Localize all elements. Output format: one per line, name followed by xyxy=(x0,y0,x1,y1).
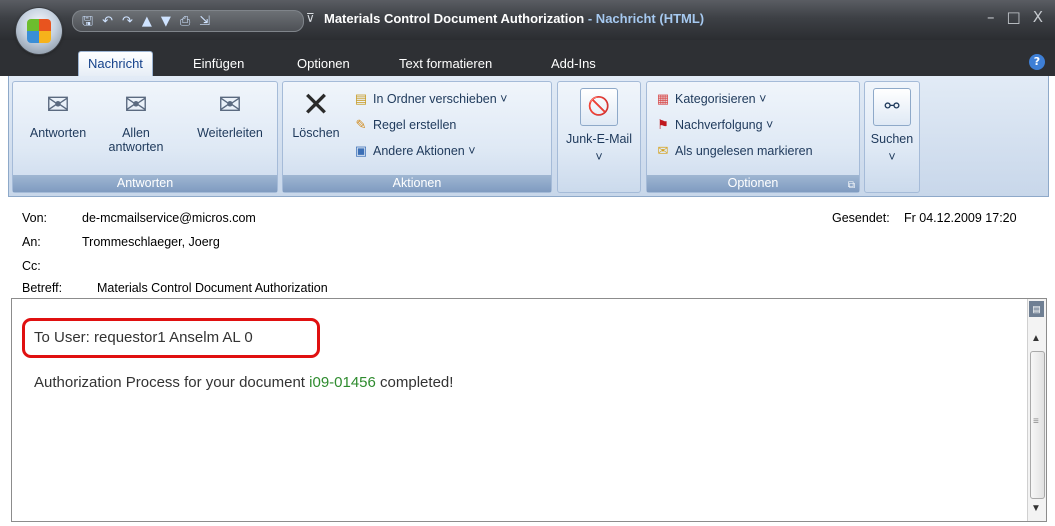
find-caret: ˅ xyxy=(888,150,896,164)
options-launcher-icon[interactable]: ⧉ xyxy=(848,180,855,191)
customize-qat-icon[interactable]: ⊽ xyxy=(306,11,315,25)
reply-all-icon: ✉ xyxy=(124,89,148,120)
group-label-actions: Aktionen xyxy=(283,175,551,192)
follow-up-label: Nachverfolgung ˅ xyxy=(675,118,774,132)
junk-mail-button[interactable]: Junk-E-Mail ˅ xyxy=(558,130,640,166)
group-junk: 🚫 Junk-E-Mail ˅ xyxy=(557,81,641,193)
subject-value: Materials Control Document Authorization xyxy=(97,281,328,295)
tab-add-ins[interactable]: Add-Ins xyxy=(542,52,605,76)
forward-button[interactable]: ✉ Weiterleiten xyxy=(189,89,271,141)
delete-button[interactable]: ✕ Löschen xyxy=(287,86,345,140)
other-actions-button[interactable]: ▣ Andere Aktionen ˅ xyxy=(353,142,476,160)
reply-all-label-2: antworten xyxy=(108,140,164,154)
undo-icon[interactable]: ↶ xyxy=(102,15,113,28)
window-title: Materials Control Document Authorization… xyxy=(324,11,704,26)
to-label: An: xyxy=(22,235,41,249)
mark-unread-icon: ✉ xyxy=(657,143,669,158)
mark-unread-label: Als ungelesen markieren xyxy=(675,144,813,158)
group-label-respond: Antworten xyxy=(13,175,277,192)
forward-icon: ✉ xyxy=(218,89,242,120)
tab-nachricht[interactable]: Nachricht xyxy=(78,51,153,77)
office-logo-icon xyxy=(27,19,51,43)
document-id: i09-01456 xyxy=(309,374,376,391)
previous-icon[interactable]: ▲ xyxy=(142,15,152,28)
forward-label: Weiterleiten xyxy=(197,126,263,140)
close-button[interactable]: X xyxy=(1033,8,1043,26)
tab-einfuegen[interactable]: Einfügen xyxy=(184,52,253,76)
from-value[interactable]: de-mcmailservice@micros.com xyxy=(82,211,256,225)
categorize-icon: ▦ xyxy=(656,91,670,106)
categorize-button[interactable]: ▦ Kategorisieren ˅ xyxy=(655,90,767,108)
grip-icon: ≡ xyxy=(1033,416,1039,427)
print-icon[interactable]: ⎙ xyxy=(180,15,190,28)
categorize-label: Kategorisieren ˅ xyxy=(675,92,767,106)
group-respond: ✉ Antworten ✉ Allen antworten ✉ Weiterle… xyxy=(12,81,278,193)
reply-button[interactable]: ✉ Antworten xyxy=(23,89,93,141)
redo-icon[interactable]: ↷ xyxy=(122,15,133,28)
sent-value: Fr 04.12.2009 17:20 xyxy=(904,211,1017,225)
reply-all-label-1: Allen xyxy=(122,126,150,140)
ribbon: ✉ Antworten ✉ Allen antworten ✉ Weiterle… xyxy=(8,76,1049,197)
group-actions: ✕ Löschen ▤ In Ordner verschieben ˅ ✎ Rege… xyxy=(282,81,552,193)
tab-text-formatieren[interactable]: Text formatieren xyxy=(390,52,501,76)
move-icon[interactable]: ⇲ xyxy=(199,15,210,28)
vertical-scrollbar[interactable]: ▤ ▲ ≡ ▼ xyxy=(1027,299,1046,521)
find-binoculars-icon: ⚯ xyxy=(873,88,911,126)
subject-label: Betreff: xyxy=(22,281,63,295)
status-prefix: Authorization Process for your document xyxy=(34,374,310,391)
find-button[interactable]: Suchen ˅ xyxy=(865,130,919,166)
move-to-folder-label: In Ordner verschieben ˅ xyxy=(373,92,508,106)
move-to-folder-button[interactable]: ▤ In Ordner verschieben ˅ xyxy=(353,90,508,108)
create-rule-label: Regel erstellen xyxy=(373,118,457,132)
group-find: ⚯ Suchen ˅ xyxy=(864,81,920,193)
view-options-icon[interactable]: ▤ xyxy=(1029,301,1044,317)
minimize-button[interactable]: – xyxy=(987,8,995,26)
message-header: Von: de-mcmailservice@micros.com An: Tro… xyxy=(0,200,1055,296)
delete-label: Löschen xyxy=(292,126,340,140)
create-rule-button[interactable]: ✎ Regel erstellen xyxy=(353,116,457,134)
tab-optionen[interactable]: Optionen xyxy=(288,52,359,76)
junk-mail-label: Junk-E-Mail xyxy=(566,132,632,146)
window-title-app: - Nachricht (HTML) xyxy=(584,11,705,26)
quick-access-toolbar: 🖫 ↶ ↷ ▲ ▼ ⎙ ⇲ xyxy=(72,10,304,32)
scroll-thumb[interactable]: ≡ xyxy=(1030,351,1045,499)
delete-icon: ✕ xyxy=(301,86,331,124)
junk-mail-icon: 🚫 xyxy=(580,88,618,126)
sent-label: Gesendet: xyxy=(832,211,890,225)
group-label-options: Optionen xyxy=(647,175,859,192)
group-options: ▦ Kategorisieren ˅ ⚑ Nachverfolgung ˅ ✉ Als… xyxy=(646,81,860,193)
scroll-up-icon[interactable]: ▲ xyxy=(1031,333,1041,344)
window-title-text: Materials Control Document Authorization xyxy=(324,11,585,26)
next-icon[interactable]: ▼ xyxy=(161,15,171,28)
junk-mail-caret: ˅ xyxy=(595,150,603,164)
from-label: Von: xyxy=(22,211,48,225)
status-suffix: completed! xyxy=(375,374,454,391)
other-actions-icon: ▣ xyxy=(354,143,368,158)
maximize-button[interactable]: □ xyxy=(1007,8,1021,26)
save-icon[interactable]: 🖫 xyxy=(82,15,93,28)
folder-move-icon: ▤ xyxy=(354,91,368,106)
follow-up-flag-icon: ⚑ xyxy=(657,117,669,132)
reply-label: Antworten xyxy=(29,126,87,140)
message-line-status: Authorization Process for your document … xyxy=(34,374,453,391)
office-button[interactable] xyxy=(16,8,62,54)
find-label: Suchen xyxy=(870,132,914,146)
ribbon-tab-bar: Nachricht Einfügen Optionen Text formati… xyxy=(0,40,1055,77)
to-value[interactable]: Trommeschlaeger, Joerg xyxy=(82,235,220,249)
mark-unread-button[interactable]: ✉ Als ungelesen markieren xyxy=(655,142,813,160)
help-icon[interactable]: ? xyxy=(1029,54,1045,70)
rule-icon: ✎ xyxy=(355,117,367,132)
follow-up-button[interactable]: ⚑ Nachverfolgung ˅ xyxy=(655,116,773,134)
title-bar: 🖫 ↶ ↷ ▲ ▼ ⎙ ⇲ ⊽ Materials Control Docume… xyxy=(0,0,1055,40)
cc-label: Cc: xyxy=(22,259,41,273)
reply-all-button[interactable]: ✉ Allen antworten xyxy=(105,89,167,155)
reply-icon: ✉ xyxy=(46,89,70,120)
message-line-user: To User: requestor1 Anselm AL 0 xyxy=(34,329,253,346)
message-body[interactable]: To User: requestor1 Anselm AL 0 Authoriz… xyxy=(11,298,1047,522)
window-controls: – □ X xyxy=(987,8,1043,26)
other-actions-label: Andere Aktionen ˅ xyxy=(373,144,476,158)
scroll-down-icon[interactable]: ▼ xyxy=(1031,503,1041,514)
